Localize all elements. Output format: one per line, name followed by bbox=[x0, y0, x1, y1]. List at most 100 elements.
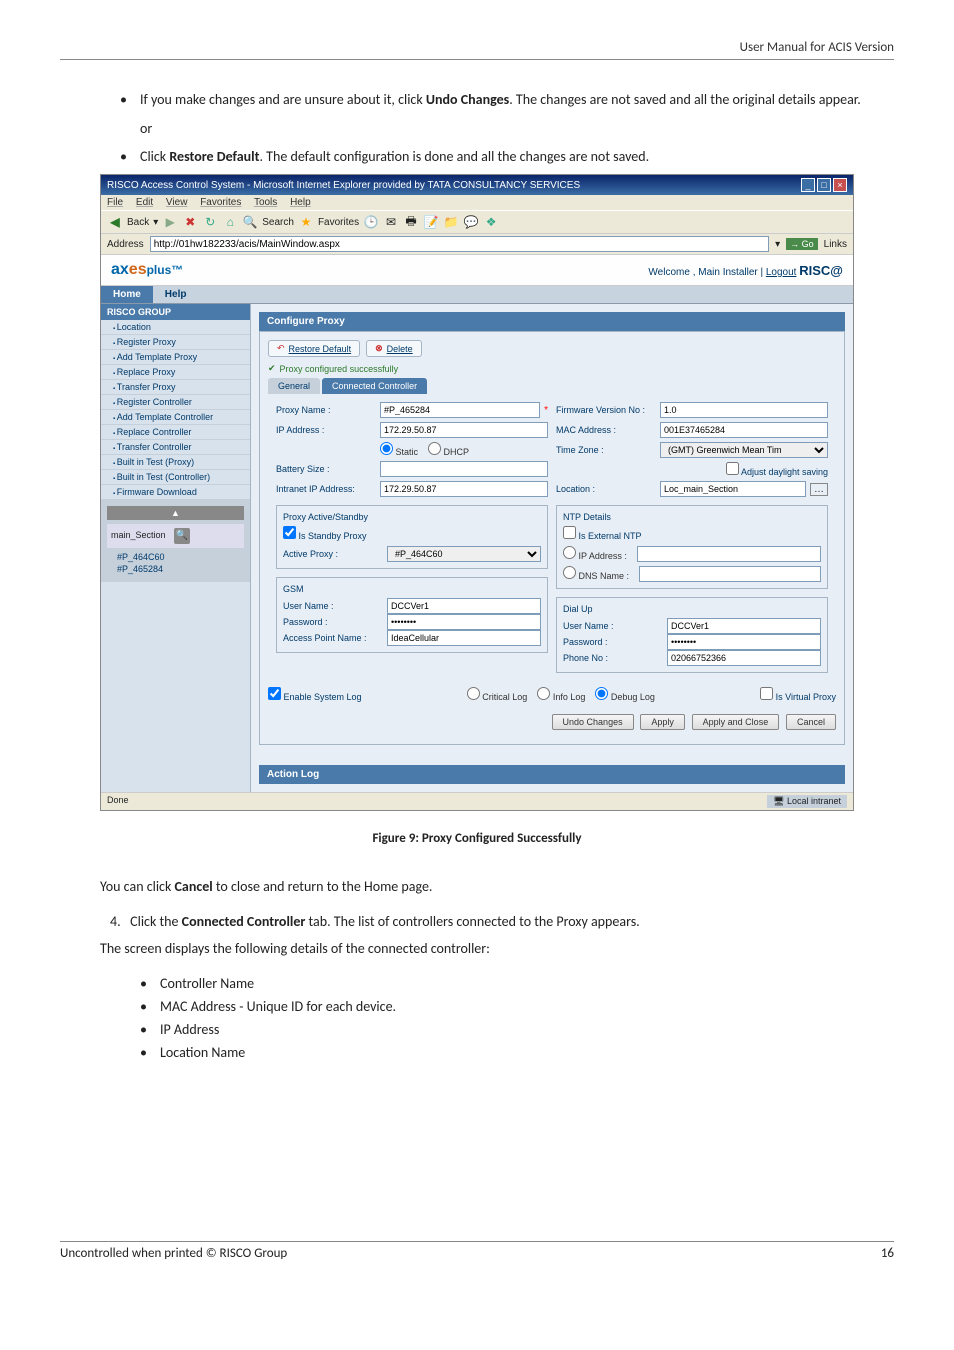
critical-radio[interactable]: Critical Log bbox=[467, 687, 528, 702]
sidebar-item-firmware[interactable]: Firmware Download bbox=[101, 485, 250, 500]
undo-changes-button[interactable]: Undo Changes bbox=[552, 714, 634, 730]
back-dropdown-icon[interactable]: ▾ bbox=[153, 217, 158, 228]
logout-link[interactable]: Logout bbox=[766, 267, 797, 278]
text: You can click bbox=[100, 878, 175, 895]
tree-item-2[interactable]: #P_465284 bbox=[107, 564, 244, 574]
ntp-ip-input[interactable] bbox=[637, 546, 821, 562]
minimize-button[interactable]: _ bbox=[801, 178, 815, 192]
search-icon[interactable]: 🔍 bbox=[174, 528, 190, 544]
search-label[interactable]: Search bbox=[262, 217, 294, 228]
virtual-label: Is Virtual Proxy bbox=[776, 692, 836, 702]
mac-input[interactable] bbox=[660, 422, 828, 438]
print-icon[interactable]: 🖶 bbox=[403, 214, 419, 230]
edit-icon[interactable]: 📝 bbox=[423, 214, 439, 230]
back-icon[interactable]: ◀ bbox=[107, 214, 123, 230]
daylight-checkbox[interactable]: Adjust daylight saving bbox=[726, 467, 828, 477]
action-log-header[interactable]: Action Log bbox=[259, 765, 845, 784]
favorites-label[interactable]: Favorites bbox=[318, 217, 359, 228]
stop-icon[interactable]: ✖ bbox=[182, 214, 198, 230]
daylight-label: Adjust daylight saving bbox=[741, 467, 828, 477]
form-grid: Proxy Name : * IP Address : Static DHCP bbox=[268, 394, 836, 681]
mail-icon[interactable]: ✉ bbox=[383, 214, 399, 230]
favorites-icon[interactable]: ★ bbox=[298, 214, 314, 230]
external-ntp-checkbox[interactable]: Is External NTP bbox=[563, 531, 642, 541]
maximize-button[interactable]: □ bbox=[817, 178, 831, 192]
refresh-icon[interactable]: ↻ bbox=[202, 214, 218, 230]
links-label[interactable]: Links bbox=[824, 239, 847, 250]
content-area: RISCO GROUP Location Register Proxy Add … bbox=[101, 304, 853, 792]
apply-close-button[interactable]: Apply and Close bbox=[692, 714, 780, 730]
tree-scroll-up-icon[interactable]: ▲ bbox=[107, 506, 244, 520]
address-dropdown-icon[interactable]: ▾ bbox=[775, 239, 780, 250]
dhcp-radio[interactable]: DHCP bbox=[428, 442, 469, 457]
ntp-ip-radio[interactable]: IP Address : bbox=[563, 546, 627, 562]
delete-button[interactable]: ⊗ Delete bbox=[366, 340, 422, 357]
ip-address-input[interactable] bbox=[380, 422, 548, 438]
intranet-ip-input[interactable] bbox=[380, 481, 548, 497]
menu-file[interactable]: File bbox=[107, 197, 123, 208]
sidebar-item-register-controller[interactable]: Register Controller bbox=[101, 395, 250, 410]
sidebar-item-transfer-controller[interactable]: Transfer Controller bbox=[101, 440, 250, 455]
gsm-user-input[interactable] bbox=[387, 598, 541, 614]
location-input[interactable] bbox=[660, 481, 806, 497]
sidebar-item-add-template-proxy[interactable]: Add Template Proxy bbox=[101, 350, 250, 365]
tab-connected-controller[interactable]: Connected Controller bbox=[322, 378, 427, 394]
close-button[interactable]: × bbox=[833, 178, 847, 192]
dial-user-input[interactable] bbox=[667, 618, 821, 634]
sidebar-item-transfer-proxy[interactable]: Transfer Proxy bbox=[101, 380, 250, 395]
sidebar-item-replace-proxy[interactable]: Replace Proxy bbox=[101, 365, 250, 380]
sidebar-item-add-template-controller[interactable]: Add Template Controller bbox=[101, 410, 250, 425]
sidebar-item-bit-proxy[interactable]: Built in Test (Proxy) bbox=[101, 455, 250, 470]
firmware-label: Firmware Version No : bbox=[556, 405, 656, 415]
tab-home[interactable]: Home bbox=[101, 286, 153, 303]
active-proxy-select[interactable]: #P_464C60 bbox=[387, 546, 541, 562]
sidebar-item-replace-controller[interactable]: Replace Controller bbox=[101, 425, 250, 440]
folder-icon[interactable]: 📁 bbox=[443, 214, 459, 230]
go-button[interactable]: → Go bbox=[786, 238, 818, 250]
apply-button[interactable]: Apply bbox=[640, 714, 685, 730]
tab-help[interactable]: Help bbox=[153, 286, 199, 303]
ntp-dns-input[interactable] bbox=[639, 566, 821, 582]
forward-icon[interactable]: ▶ bbox=[162, 214, 178, 230]
debug-radio[interactable]: Debug Log bbox=[595, 687, 655, 702]
menu-help[interactable]: Help bbox=[290, 197, 311, 208]
dialup-fieldset: Dial Up User Name : Password : Phone No … bbox=[556, 597, 828, 673]
home-icon[interactable]: ⌂ bbox=[222, 214, 238, 230]
menu-view[interactable]: View bbox=[166, 197, 188, 208]
dial-pass-input[interactable] bbox=[667, 634, 821, 650]
text: tab. The list of controllers connected t… bbox=[305, 913, 639, 930]
tree-item-1[interactable]: #P_464C60 bbox=[107, 552, 244, 562]
menu-tools[interactable]: Tools bbox=[254, 197, 277, 208]
search-icon[interactable]: 🔍 bbox=[242, 214, 258, 230]
phone-input[interactable] bbox=[667, 650, 821, 666]
virtual-proxy-checkbox[interactable]: Is Virtual Proxy bbox=[760, 687, 836, 702]
bold: Cancel bbox=[175, 878, 213, 895]
ntp-dns-radio[interactable]: DNS Name : bbox=[563, 566, 629, 582]
battery-input[interactable] bbox=[380, 461, 548, 477]
tree-section[interactable]: main_Section bbox=[111, 530, 166, 540]
static-label: Static bbox=[396, 447, 419, 457]
proxy-name-input[interactable] bbox=[380, 402, 540, 418]
firmware-input[interactable] bbox=[660, 402, 828, 418]
restore-default-button[interactable]: ↶ Restore Default bbox=[268, 340, 360, 357]
sidebar-item-register-proxy[interactable]: Register Proxy bbox=[101, 335, 250, 350]
cancel-button[interactable]: Cancel bbox=[786, 714, 836, 730]
apn-input[interactable] bbox=[387, 630, 541, 646]
location-browse-icon[interactable]: … bbox=[810, 483, 828, 496]
standby-checkbox[interactable]: Is Standby Proxy bbox=[283, 531, 367, 541]
address-input[interactable] bbox=[150, 236, 769, 252]
sidebar-item-bit-controller[interactable]: Built in Test (Controller) bbox=[101, 470, 250, 485]
extra-icon[interactable]: ❖ bbox=[483, 214, 499, 230]
info-radio[interactable]: Info Log bbox=[537, 687, 585, 702]
back-label[interactable]: Back bbox=[127, 217, 149, 228]
sidebar-item-location[interactable]: Location bbox=[101, 320, 250, 335]
menu-edit[interactable]: Edit bbox=[136, 197, 153, 208]
gsm-pass-input[interactable] bbox=[387, 614, 541, 630]
tab-general[interactable]: General bbox=[268, 378, 320, 394]
discuss-icon[interactable]: 💬 bbox=[463, 214, 479, 230]
menu-favorites[interactable]: Favorites bbox=[200, 197, 241, 208]
enable-log-checkbox[interactable]: Enable System Log bbox=[268, 687, 362, 702]
history-icon[interactable]: 🕒 bbox=[363, 214, 379, 230]
timezone-select[interactable]: (GMT) Greenwich Mean Tim bbox=[660, 442, 828, 458]
static-radio[interactable]: Static bbox=[380, 442, 418, 457]
